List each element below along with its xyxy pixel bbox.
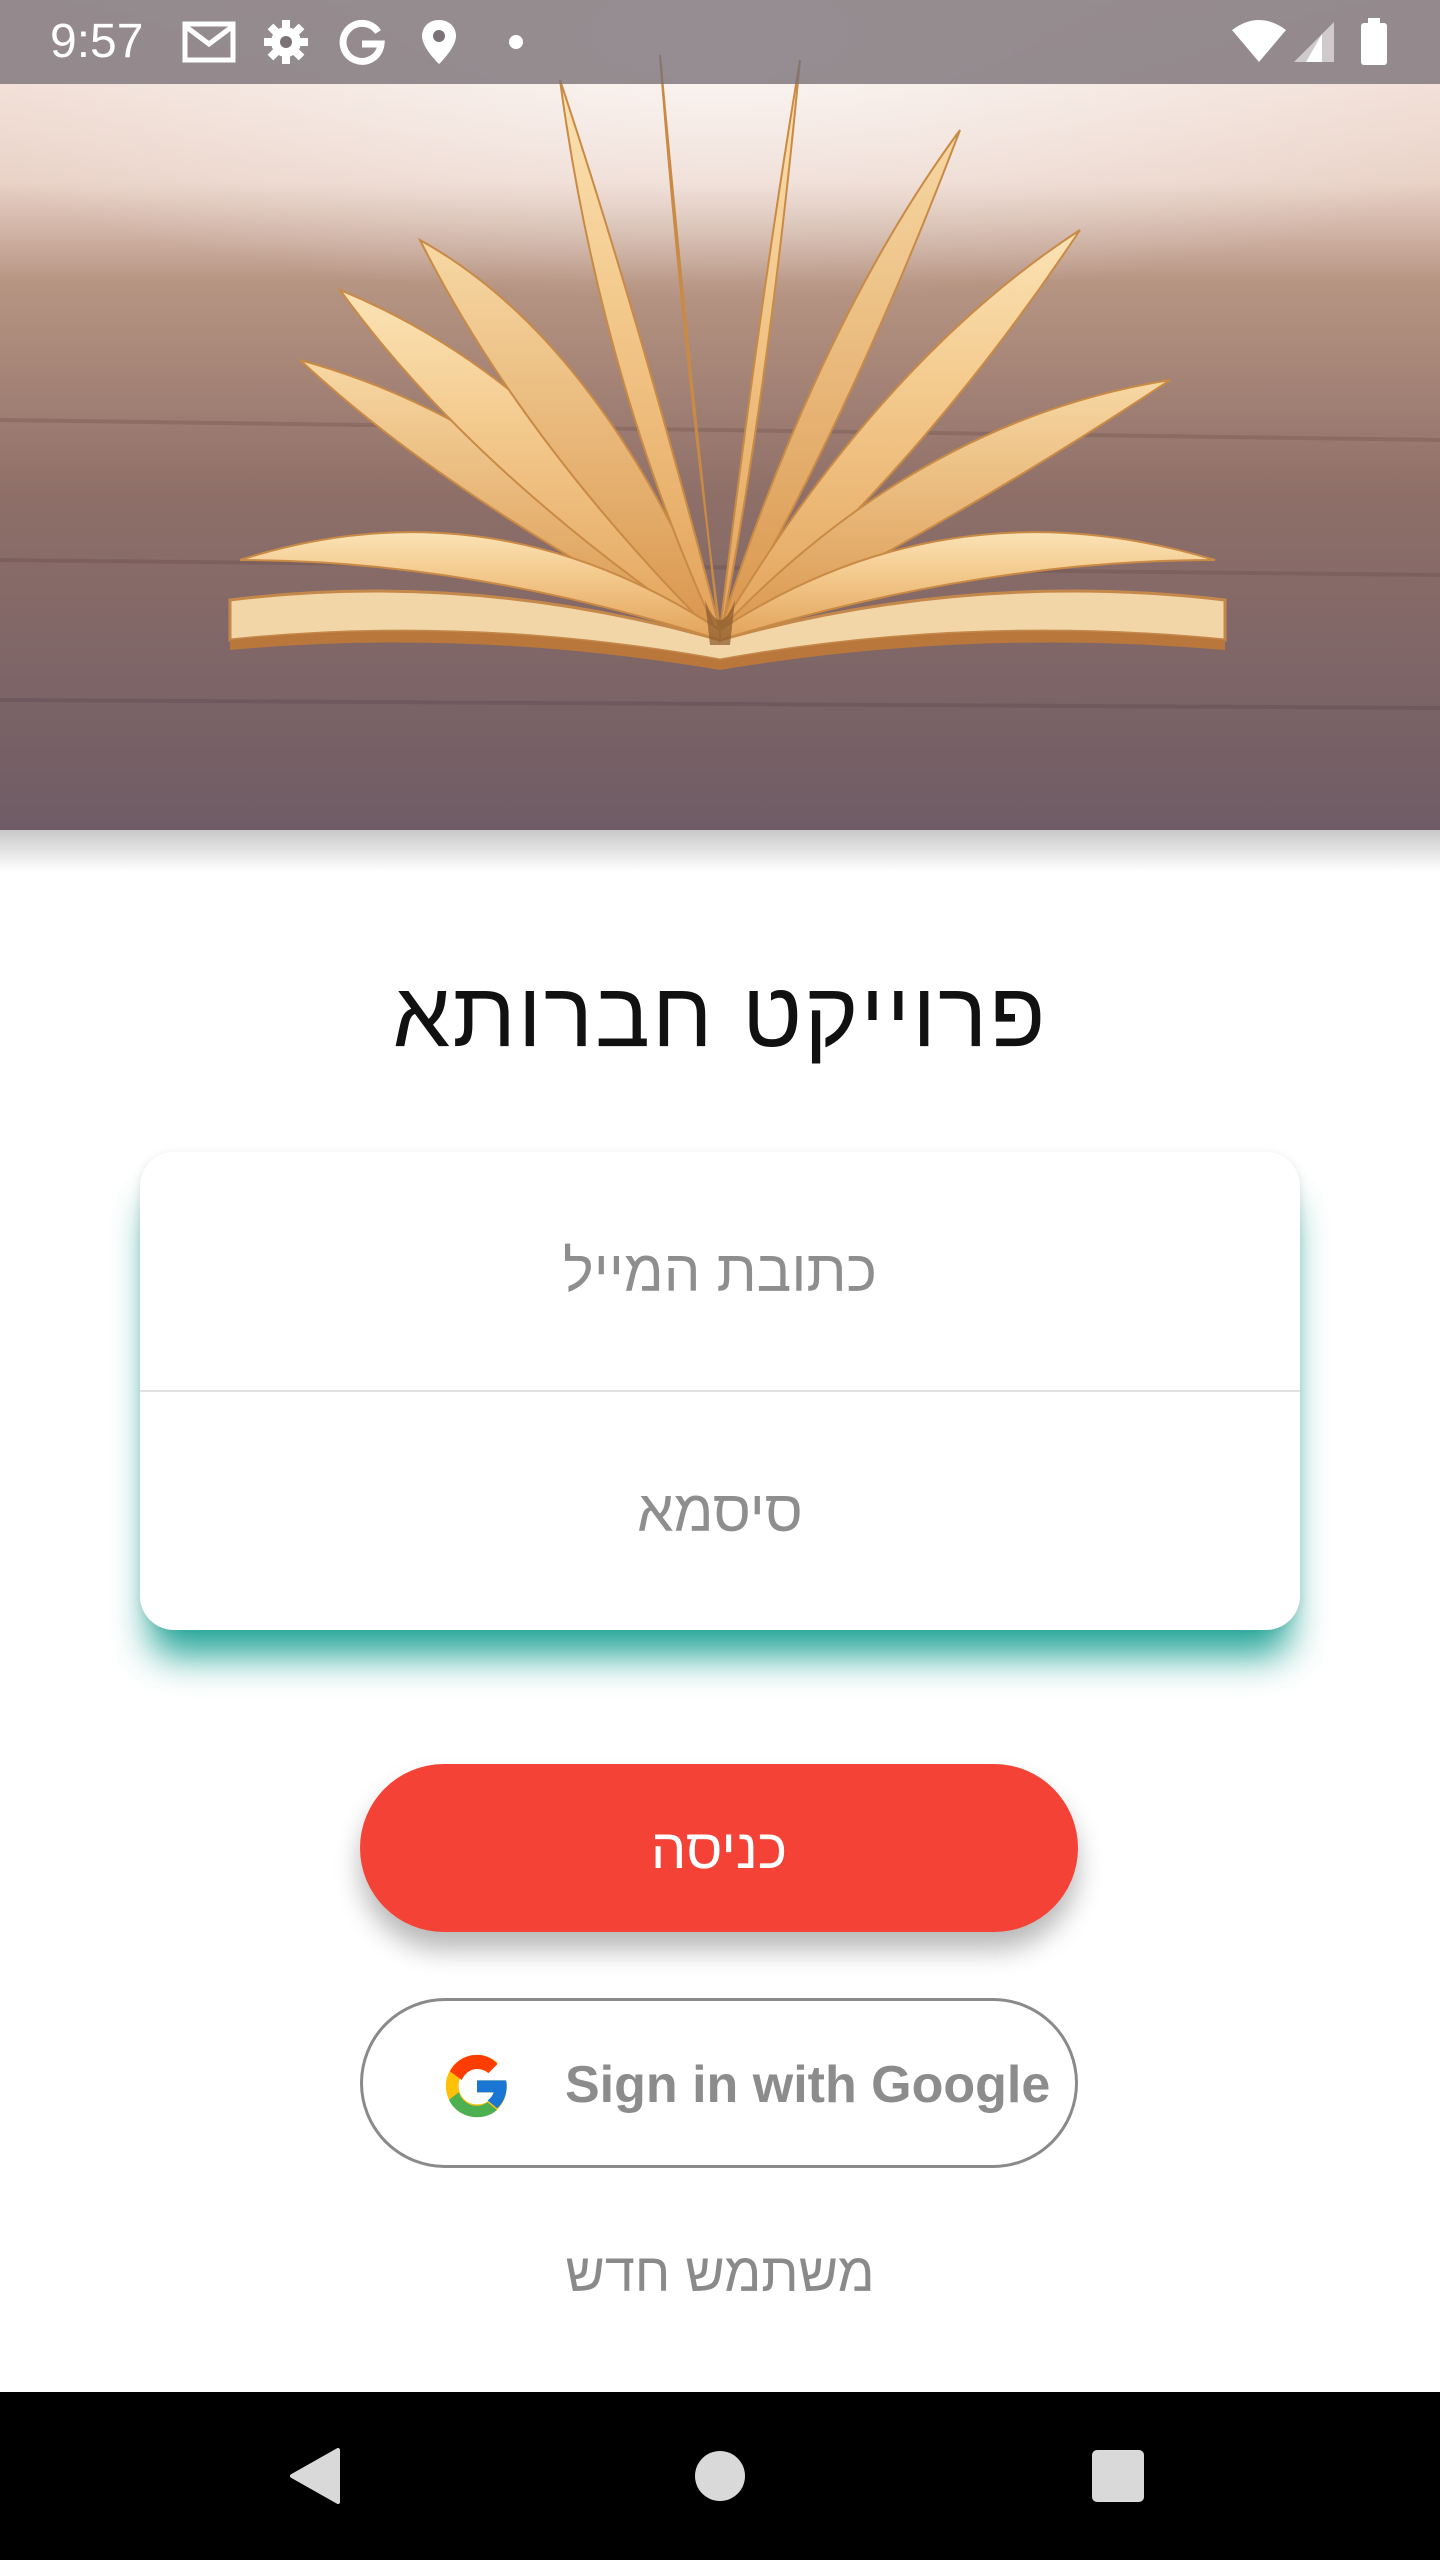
hero-image [0, 0, 1440, 830]
google-logo-icon [445, 2054, 507, 2118]
email-field[interactable] [140, 1152, 1300, 1390]
signal-icon [1294, 22, 1334, 62]
location-icon [422, 20, 456, 64]
navigation-bar [0, 2392, 1440, 2560]
page-title: פרוייקט חברותא [392, 964, 1048, 1066]
settings-icon [264, 20, 308, 64]
battery-icon [1361, 18, 1387, 65]
recents-icon[interactable] [1070, 2428, 1166, 2524]
login-form-card [140, 1152, 1300, 1630]
password-field[interactable] [140, 1392, 1300, 1630]
hero-shadow [0, 830, 1440, 872]
home-icon[interactable] [672, 2428, 768, 2524]
open-book-illustration [0, 0, 1440, 830]
google-sign-in-button[interactable]: Sign in with Google [360, 1998, 1078, 2168]
gmail-icon [182, 21, 236, 63]
google-icon [339, 19, 385, 65]
dot-icon [509, 35, 523, 49]
login-button[interactable]: כניסה [360, 1764, 1078, 1932]
google-sign-in-label: Sign in with Google [565, 2056, 1051, 2114]
status-bar: 9:57 [0, 0, 1440, 84]
back-icon[interactable] [270, 2428, 366, 2524]
wifi-icon [1232, 20, 1286, 62]
new-user-link[interactable]: משתמש חדש [0, 2238, 1440, 2308]
status-time: 9:57 [50, 15, 144, 68]
